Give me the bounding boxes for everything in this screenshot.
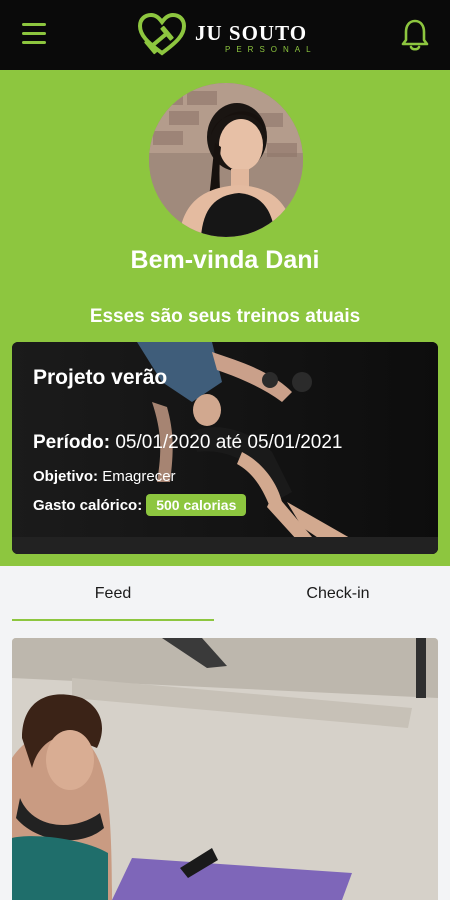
hamburger-menu-icon-line bbox=[22, 41, 46, 44]
hamburger-menu-icon bbox=[22, 23, 46, 26]
feed-post[interactable] bbox=[12, 638, 438, 900]
goal-value: Emagrecer bbox=[102, 468, 176, 485]
avatar[interactable] bbox=[149, 83, 303, 237]
notification-bell-icon[interactable] bbox=[400, 18, 430, 52]
hero-section: Bem-vinda Dani Esses são seus treinos at… bbox=[0, 70, 450, 566]
tab-feed[interactable]: Feed bbox=[12, 566, 214, 622]
workout-calories: Gasto calórico: 500 calorias bbox=[33, 494, 247, 516]
brand-name: JU SOUTO bbox=[195, 21, 308, 45]
calories-badge: 500 calorias bbox=[146, 494, 247, 516]
brand-subtitle: PERSONAL bbox=[225, 45, 317, 54]
feed-post-photo bbox=[12, 638, 438, 900]
workouts-subtitle: Esses são seus treinos atuais bbox=[89, 306, 361, 327]
workout-period: Período: 05/01/2020 até 05/01/2021 bbox=[33, 432, 343, 454]
hamburger-menu-icon-line bbox=[22, 32, 46, 35]
period-label: Período: bbox=[33, 432, 111, 453]
period-value: 05/01/2020 até 05/01/2021 bbox=[115, 432, 343, 453]
workout-goal: Objetivo: Emagrecer bbox=[33, 468, 176, 485]
goal-label: Objetivo: bbox=[33, 468, 99, 485]
tab-check-in[interactable]: Check-in bbox=[236, 566, 440, 622]
tab-bar: Feed Check-in bbox=[0, 566, 450, 622]
brand-logo[interactable]: JU SOUTO PERSONAL bbox=[137, 13, 317, 59]
welcome-heading: Bem-vinda Dani bbox=[130, 246, 320, 274]
menu-button[interactable] bbox=[22, 23, 48, 47]
avatar-photo bbox=[149, 83, 303, 237]
active-tab-indicator bbox=[12, 619, 214, 621]
calories-label: Gasto calórico: bbox=[33, 496, 143, 514]
heart-dumbbell-logo-icon bbox=[137, 13, 187, 56]
top-app-bar: JU SOUTO PERSONAL bbox=[0, 0, 450, 70]
workout-title: Projeto verão bbox=[33, 366, 168, 389]
workout-card[interactable]: Projeto verão Período: 05/01/2020 até 05… bbox=[12, 342, 438, 554]
